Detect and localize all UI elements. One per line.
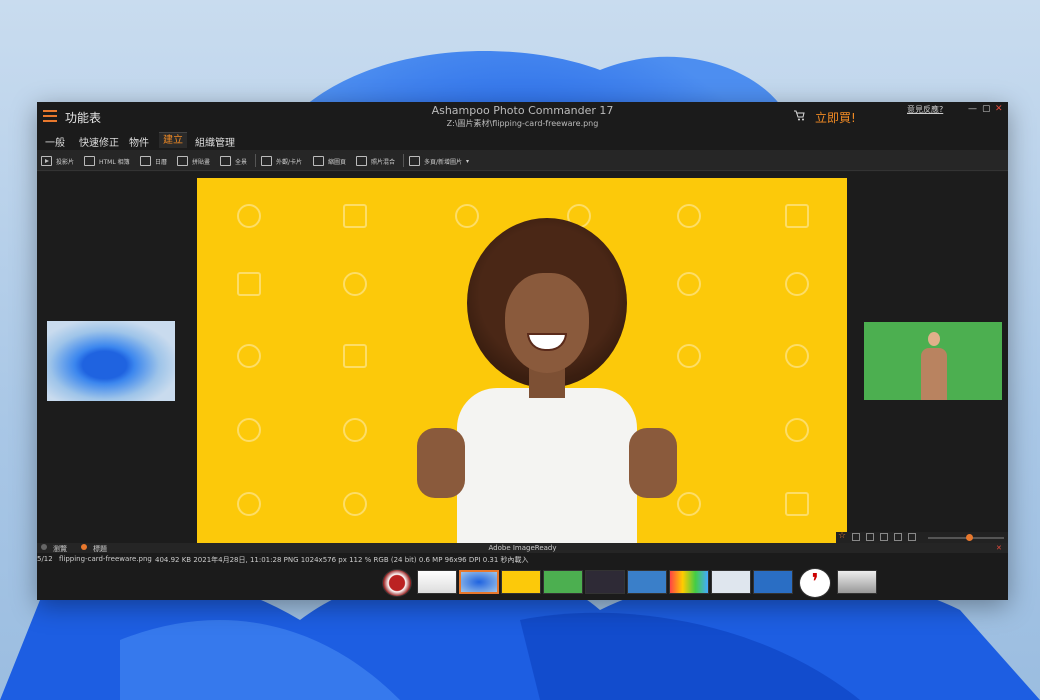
filmstrip-thumb[interactable] [417,570,457,594]
file-path: Z:\圖片素材\flipping-card-freeware.png [446,119,599,128]
tab-quick-fix[interactable]: 快速修正 [79,134,119,149]
tab-create[interactable]: 建立 [159,132,187,148]
decorative-icon [343,344,367,368]
decorative-icon [785,344,809,368]
thumbnail-page-icon [313,156,324,166]
html-album-icon [84,156,95,166]
image-viewer [37,172,1008,543]
buy-now-button[interactable]: 立即買! [815,109,856,126]
file-name: flipping-card-freeware.png [59,555,152,563]
tab-organize[interactable]: 組織管理 [195,134,235,149]
filmstrip-thumb[interactable] [669,570,709,594]
decorative-icon [785,492,809,516]
decorative-icon [785,418,809,442]
tab-general[interactable]: 一般 [45,134,65,149]
decorative-icon [237,418,261,442]
filmstrip-thumb[interactable] [753,570,793,594]
view-controls: ☆ [836,532,1008,543]
thumbs-up-right [629,428,677,498]
panorama-icon [220,156,231,166]
view-mode-icon[interactable] [880,533,888,541]
favorite-star-icon[interactable]: ☆ [838,532,846,541]
tool-photo-blend[interactable]: 照片混合 [356,154,395,168]
toolbar-divider [255,154,256,167]
slideshow-icon [41,156,52,166]
tool-card[interactable]: 外觀/卡片 [261,154,302,168]
decorative-icon [785,272,809,296]
fit-icon[interactable] [894,533,902,541]
ribbon-tabs: 一般 快速修正 物件 建立 組織管理 [37,130,1008,150]
next-image-preview[interactable] [864,322,1002,400]
app-title: Ashampoo Photo Commander 17 [431,104,614,117]
main-image[interactable] [197,178,847,543]
decorative-icon [343,418,367,442]
collage-icon [177,156,188,166]
tool-calendar[interactable]: 日曆 [140,154,167,168]
toolbar-divider [403,154,404,167]
image-position: 5/12 [37,555,53,563]
filmstrip-thumb[interactable]: ❜ [799,568,831,598]
view-mode-icon[interactable] [866,533,874,541]
filmstrip-thumb[interactable] [837,570,877,594]
title-bar: 功能表 Ashampoo Photo Commander 17 Z:\圖片素材\… [37,102,1008,130]
smiling-woman-photo [397,218,697,543]
filmstrip-thumb[interactable] [382,569,412,597]
decorative-icon [343,492,367,516]
decorative-icon [237,204,261,228]
file-info-bar: 5/12 flipping-card-freeware.png 404.92 K… [37,553,1008,566]
panel-close-button[interactable]: ✕ [996,544,1002,552]
filmstrip: ❜ [37,566,1008,600]
fullscreen-icon[interactable] [908,533,916,541]
minimize-button[interactable]: — [968,104,977,114]
view-mode-icon[interactable] [852,533,860,541]
thumbs-up-left [417,428,465,498]
tool-collage[interactable]: 拼貼畫 [177,154,210,168]
decorative-icon [343,272,367,296]
filmstrip-thumb[interactable] [627,570,667,594]
calendar-icon [140,156,151,166]
filmstrip-thumb[interactable] [501,570,541,594]
tool-html-album[interactable]: HTML 相簿 [84,154,130,168]
feedback-link[interactable]: 意見反應? [907,104,943,115]
filmstrip-thumb[interactable] [543,570,583,594]
multipage-icon [409,156,420,166]
decorative-icon [237,344,261,368]
decorative-icon [237,272,261,296]
close-button[interactable]: ✕ [995,104,1003,114]
card-icon [261,156,272,166]
photo-blend-icon [356,156,367,166]
panel-tabs-bar: 瀏覽 標題 Adobe ImageReady ✕ [37,543,1008,553]
zoom-slider-handle[interactable] [966,534,973,541]
panel-title: Adobe ImageReady [488,544,557,552]
chevron-down-icon: ▾ [466,157,470,165]
tool-thumbnail-page[interactable]: 縮圖頁 [313,154,346,168]
tab-objects[interactable]: 物件 [129,134,149,149]
tool-slideshow[interactable]: 投影片 [41,154,74,168]
maximize-button[interactable]: ▢ [982,104,991,114]
filmstrip-thumb[interactable] [585,570,625,594]
previous-image-preview[interactable] [47,321,175,401]
filmstrip-thumb-selected[interactable] [459,570,499,594]
tool-multipage[interactable]: 多頁/新增圖片 ▾ [409,154,469,168]
file-details: 404.92 KB 2021年4月28日, 11:01:28 PNG 1024x… [155,556,529,564]
filmstrip-thumb[interactable] [711,570,751,594]
ribbon-toolbar: 投影片 HTML 相簿 日曆 拼貼畫 全景 外觀/卡片 縮圖頁 照片混合 多頁/… [37,150,1008,171]
app-window: 功能表 Ashampoo Photo Commander 17 Z:\圖片素材\… [37,102,1008,600]
decorative-icon [343,204,367,228]
decorative-icon [785,204,809,228]
decorative-icon [237,492,261,516]
cart-icon[interactable] [793,110,805,121]
tool-panorama[interactable]: 全景 [220,154,247,168]
